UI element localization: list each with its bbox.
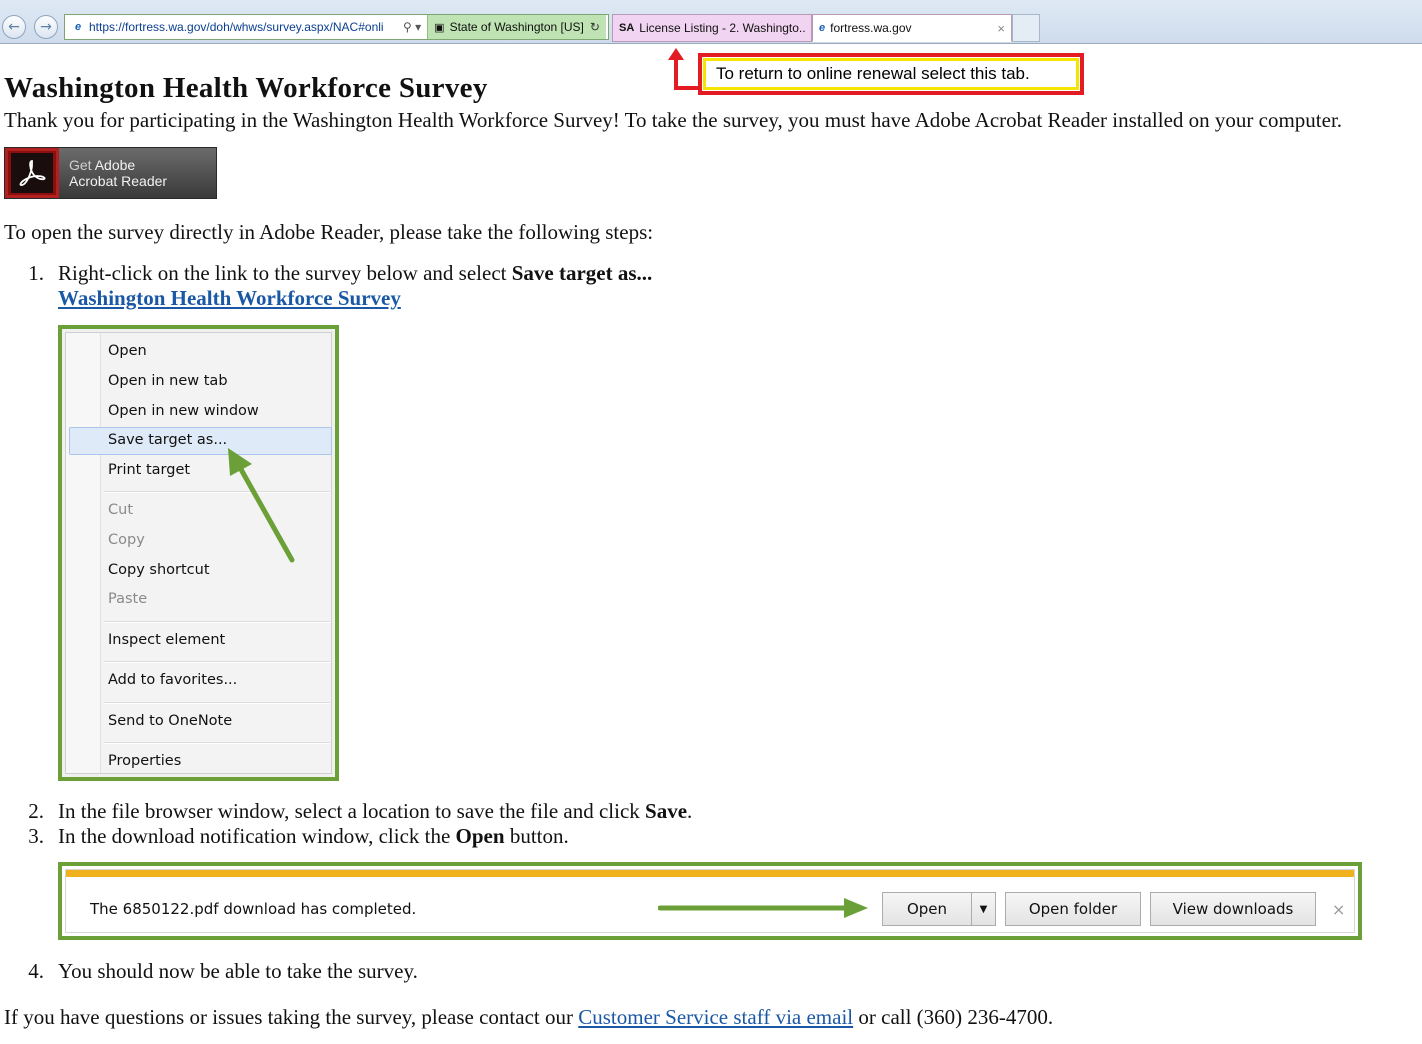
close-tab-icon[interactable]: × (997, 21, 1005, 36)
refresh-icon[interactable]: ↻ (590, 20, 600, 34)
menu-item-save-target[interactable]: Save target as... (108, 432, 227, 448)
arrow-right-icon: → (40, 19, 52, 35)
forward-button[interactable]: → (34, 15, 58, 39)
new-tab-button[interactable] (1012, 14, 1040, 42)
adobe-get: Get (69, 157, 92, 173)
address-url[interactable]: https://fortress.wa.gov/doh/whws/survey.… (89, 20, 399, 34)
view-downloads-button[interactable]: View downloads (1150, 892, 1316, 926)
green-arrow-right-icon (658, 898, 868, 918)
sa-favicon-icon: SA (619, 22, 635, 34)
acrobat-icon (19, 160, 46, 187)
menu-item-open[interactable]: Open (108, 343, 147, 359)
green-arrow-icon (228, 448, 295, 563)
search-icon[interactable]: ⚲ (403, 20, 412, 34)
cert-label: State of Washington [US] (449, 20, 584, 34)
tab-label: fortress.wa.gov (830, 21, 912, 35)
chevron-down-icon[interactable]: ▾ (415, 20, 421, 34)
callout-box: To return to online renewal select this … (698, 53, 1084, 95)
menu-item-inspect[interactable]: Inspect element (108, 632, 225, 648)
ie-favicon-icon: e (819, 22, 826, 34)
menu-separator (104, 661, 330, 663)
menu-item-cut: Cut (108, 502, 133, 518)
tab-fortress[interactable]: e fortress.wa.gov × (812, 14, 1012, 42)
menu-item-add-favorites[interactable]: Add to favorites... (108, 672, 237, 688)
step-text: You should now be able to take the surve… (58, 959, 418, 983)
close-icon[interactable]: × (1332, 900, 1345, 919)
page-title: Washington Health Workforce Survey (4, 72, 488, 104)
get-adobe-reader-button[interactable]: Get Adobe Acrobat Reader (4, 147, 217, 199)
menu-item-print-target[interactable]: Print target (108, 462, 190, 478)
footer-contact: If you have questions or issues taking t… (4, 1005, 1054, 1029)
menu-item-send-onenote[interactable]: Send to OneNote (108, 713, 232, 729)
open-folder-button[interactable]: Open folder (1005, 892, 1141, 926)
arrow-left-icon: ← (8, 19, 20, 35)
intro-text: Thank you for participating in the Washi… (4, 108, 1343, 132)
step-text: In the file browser window, select a loc… (58, 799, 646, 823)
chevron-down-icon: ▼ (979, 903, 988, 915)
step-number: 1. (28, 261, 44, 285)
step-bold: Save (645, 799, 688, 823)
step-bold: Open (455, 824, 505, 848)
menu-item-properties[interactable]: Properties (108, 753, 181, 769)
steps-intro: To open the survey directly in Adobe Rea… (4, 220, 654, 244)
menu-item-open-new-tab[interactable]: Open in new tab (108, 373, 228, 389)
security-certificate[interactable]: ▣ State of Washington [US] ↻ (427, 15, 606, 39)
adobe-logo (5, 148, 59, 198)
step-text: In the download notification window, cli… (58, 824, 456, 848)
callout-text: To return to online renewal select this … (703, 58, 1079, 90)
menu-separator (104, 742, 330, 744)
open-dropdown-button[interactable]: ▼ (972, 892, 996, 926)
step-number: 2. (28, 799, 44, 823)
menu-item-copy-shortcut[interactable]: Copy shortcut (108, 562, 210, 578)
lock-icon: ▣ (434, 21, 445, 34)
back-button[interactable]: ← (2, 15, 26, 39)
step-bold: Save target as... (511, 261, 653, 285)
menu-item-copy: Copy (108, 532, 145, 548)
tab-license-listing[interactable]: SA License Listing - 2. Washingto... (612, 14, 812, 42)
step-number: 4. (28, 959, 44, 983)
tab-label: License Listing - 2. Washingto... (639, 21, 805, 35)
adobe-product: Acrobat Reader (69, 173, 168, 189)
customer-service-link[interactable]: Customer Service staff via email (578, 1005, 853, 1029)
address-bar[interactable]: e https://fortress.wa.gov/doh/whws/surve… (64, 14, 609, 40)
open-button[interactable]: Open (882, 892, 972, 926)
menu-separator (104, 621, 330, 623)
step-text: Right-click on the link to the survey be… (58, 261, 512, 285)
ie-favicon-icon: e (74, 21, 82, 33)
download-message: The 6850122.pdf download has completed. (90, 900, 417, 918)
browser-chrome: ← → e https://fortress.wa.gov/doh/whws/s… (0, 0, 1422, 44)
menu-separator (104, 702, 330, 704)
download-bar: The 6850122.pdf download has completed. … (65, 869, 1355, 933)
survey-link[interactable]: Washington Health Workforce Survey (58, 286, 401, 311)
step-number: 3. (28, 824, 44, 848)
adobe-brand: Adobe (94, 157, 136, 173)
menu-item-open-new-window[interactable]: Open in new window (108, 403, 259, 419)
download-bar-screenshot: The 6850122.pdf download has completed. … (58, 862, 1362, 940)
menu-item-paste: Paste (108, 591, 148, 607)
